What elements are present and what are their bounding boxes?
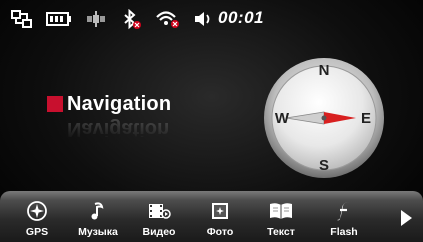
gps-crosshair-icon xyxy=(26,200,48,222)
compass-south-label: S xyxy=(319,157,329,174)
gps-satellite-icon xyxy=(86,9,106,29)
compass-pivot xyxy=(321,115,327,121)
navigation-title-reflection-text: Navigation xyxy=(67,117,169,137)
book-icon xyxy=(268,200,294,222)
compass-west-label: W xyxy=(275,110,290,127)
compass-north-label: N xyxy=(319,62,330,79)
navigation-launcher[interactable]: Navigation xyxy=(47,92,171,116)
navigation-accent-square xyxy=(47,96,63,112)
flash-icon xyxy=(334,200,354,222)
photo-icon xyxy=(209,200,231,222)
toolbar-label: Музыка xyxy=(78,226,118,238)
clock: 00:01 xyxy=(218,8,264,27)
bluetooth-off-icon xyxy=(121,9,143,30)
music-note-icon xyxy=(87,200,109,222)
bottom-toolbar: GPS Музыка Видео Фото Текст Flash xyxy=(0,191,423,242)
toolbar-item-video[interactable]: Видео xyxy=(129,191,189,242)
navigation-title: Navigation xyxy=(67,92,172,115)
film-icon xyxy=(147,200,171,222)
toolbar-label: GPS xyxy=(25,226,49,238)
toolbar-item-flash[interactable]: Flash xyxy=(314,191,374,242)
device-screen: 00:01 Navigation Navigation N E S W GPS … xyxy=(0,0,423,242)
usb-connection-icon xyxy=(11,9,33,29)
battery-icon xyxy=(46,11,72,31)
toolbar-label: Видео xyxy=(142,226,176,238)
compass-east-label: E xyxy=(361,110,371,127)
toolbar-label: Фото xyxy=(206,226,234,238)
toolbar-label: Текст xyxy=(267,226,295,238)
status-bar: 00:01 xyxy=(0,0,423,38)
arrow-right-icon[interactable] xyxy=(396,208,416,228)
wifi-off-icon xyxy=(155,8,181,28)
toolbar-item-text[interactable]: Текст xyxy=(251,191,311,242)
compass[interactable]: N E S W xyxy=(262,56,386,180)
toolbar-item-photo[interactable]: Фото xyxy=(190,191,250,242)
speaker-icon[interactable] xyxy=(193,10,213,30)
toolbar-label: Flash xyxy=(330,226,358,238)
toolbar-item-music[interactable]: Музыка xyxy=(68,191,128,242)
navigation-title-reflection: Navigation xyxy=(67,117,197,137)
toolbar-item-gps[interactable]: GPS xyxy=(7,191,67,242)
